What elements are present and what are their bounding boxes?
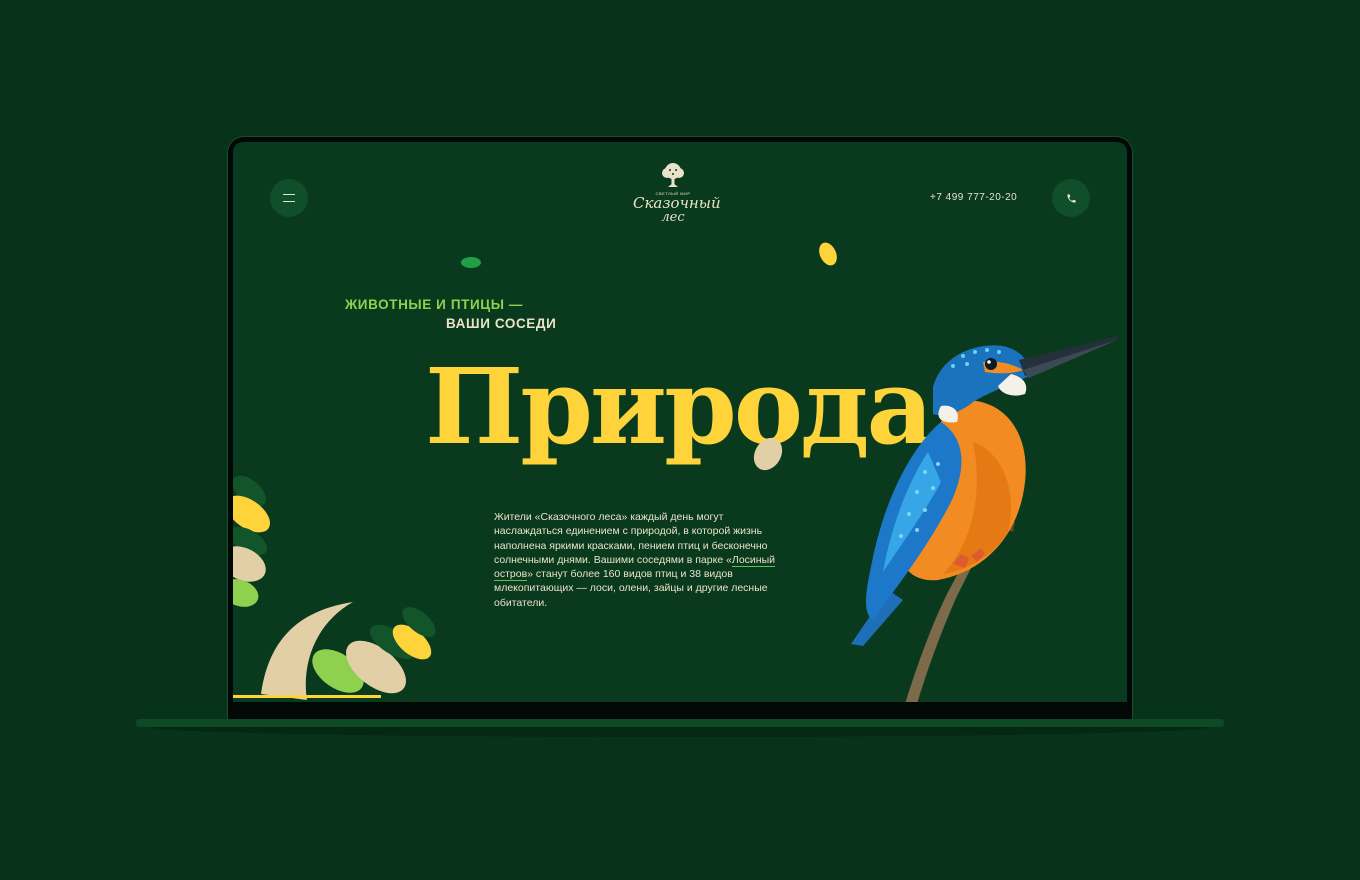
phone-icon [1066,193,1076,203]
hero-description-part2: » станут более 160 видов птиц и 38 видов… [494,568,768,609]
kingfisher-bird-image [851,336,1118,702]
decorative-leaves [233,462,453,702]
call-button[interactable] [1052,179,1090,217]
logo-sub-text: лес [661,210,685,225]
slider-progress-fill [233,695,381,698]
tree-logo-icon [662,163,684,187]
hero-tagline-line1: ЖИВОТНЫЕ И ПТИЦЫ — [345,297,524,312]
logo-main-text: Сказочный [633,194,721,212]
logo[interactable]: СВЕТЛЫЙ МИР Сказочный лес [633,162,721,225]
yellow-leaf-shape [815,239,841,269]
slider-progress [233,695,1127,698]
hero-description: Жители «Сказочного леса» каждый день мог… [494,510,794,610]
hero-tagline-line2: ВАШИ СОСЕДИ [446,316,557,331]
laptop-base [136,719,1224,727]
laptop-base-shadow [150,727,1210,737]
website-screen: СВЕТЛЫЙ МИР Сказочный лес +7 499 777-20-… [233,142,1127,702]
hero-description-part1: Жители «Сказочного леса» каждый день мог… [494,511,768,566]
phone-number[interactable]: +7 499 777-20-20 [930,192,1017,203]
green-leaf-shape [461,257,481,268]
menu-button[interactable] [270,179,308,217]
hamburger-menu-icon [283,194,295,202]
laptop-chin [233,702,1127,720]
